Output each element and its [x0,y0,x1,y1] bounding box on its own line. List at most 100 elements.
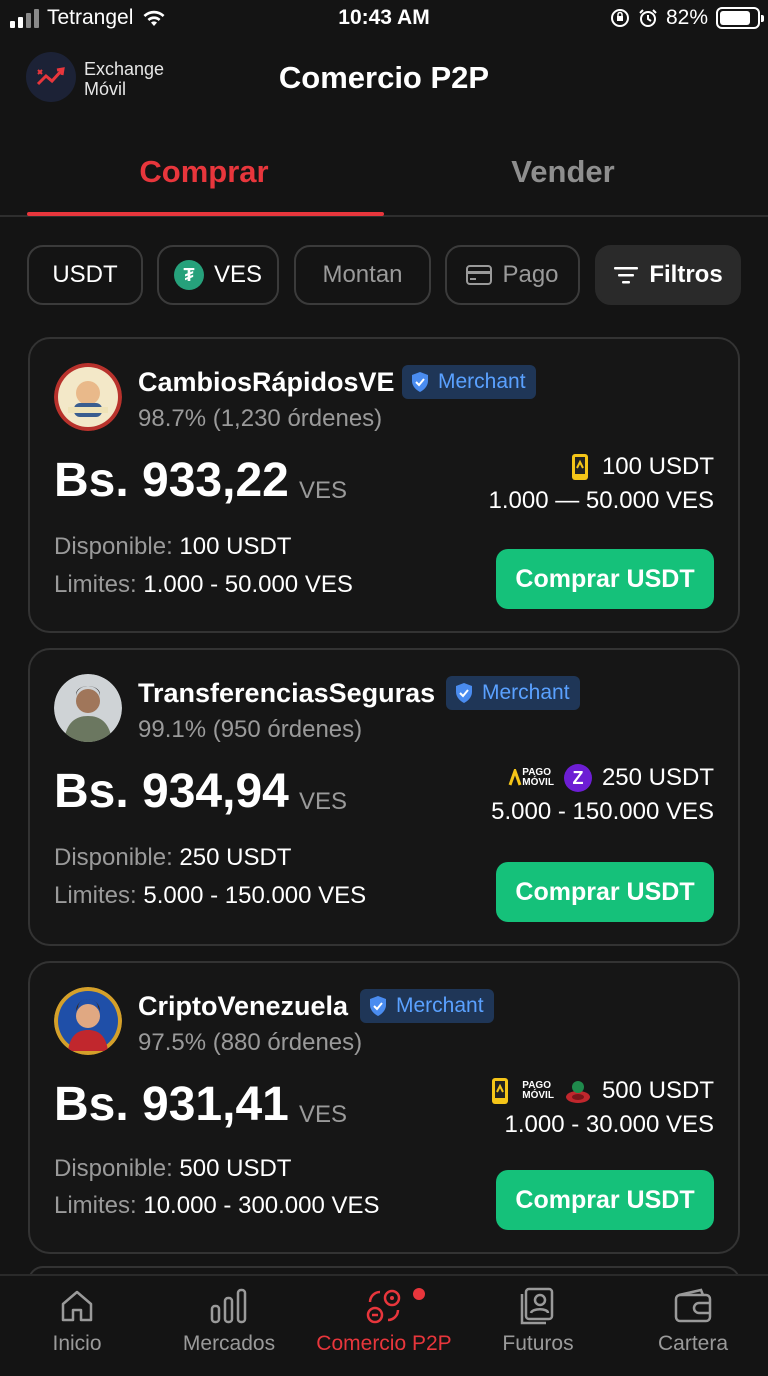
bar-chart-icon [210,1288,247,1324]
tether-icon: ₮ [173,260,204,290]
limits-label: Limites: [54,1192,137,1219]
payment-summary: 100 USDT [568,453,714,481]
filters-button[interactable]: Filtros [595,245,741,305]
nav-label: Comercio P2P [316,1332,452,1355]
payment-range: 1.000 — 50.000 VES [488,487,715,514]
offer-limits: Limites: 10.000 - 300.000 VES [54,1192,380,1220]
bottom-navigation: Inicio Mercados Comercio P2P Futuros Car… [0,1274,768,1376]
payment-amount: 250 USDT [601,764,714,791]
limits-label: Limites: [54,882,137,909]
app-header: Exchange Móvil Comercio P2P [0,40,768,120]
status-bar: Tetrangel 10:43 AM 82% [0,0,768,40]
asset-filter-chip[interactable]: USDT [27,245,143,305]
payment-filter-label: Pago [502,261,559,288]
rotation-lock-icon [610,9,629,27]
payment-summary: PAGO MÓVIL Z 250 USDT [508,764,714,792]
buy-usdt-button[interactable]: Comprar USDT [496,862,714,922]
available-value: 500 USDT [179,1155,292,1182]
pago-movil-text-2: MÓVIL [522,1090,554,1101]
nav-futuros[interactable]: Futuros [461,1286,615,1356]
buy-usdt-button[interactable]: Comprar USDT [496,549,714,609]
nav-label: Cartera [657,1332,729,1355]
card-icon [466,265,493,285]
amount-filter-chip[interactable]: Montan [294,245,431,305]
pago-movil-logo: PAGO MÓVIL [522,1081,554,1101]
seller-rating: 99.1% (950 órdenes) [138,716,363,743]
payment-amount: 500 USDT [601,1077,714,1104]
home-icon [61,1290,93,1322]
futures-icon [520,1287,554,1325]
available-label: Disponible: [54,844,173,871]
nav-comercio-p2p[interactable]: Comercio P2P [307,1286,461,1356]
seller-avatar[interactable] [54,987,122,1055]
merchant-badge-label: Merchant [482,681,570,704]
amount-filter-placeholder: Montan [322,261,403,288]
price-unit: VES [299,788,348,815]
available-amount: Disponible: 100 USDT [54,533,291,561]
nav-inicio[interactable]: Inicio [0,1286,154,1356]
p2p-exchange-icon [366,1289,401,1324]
nav-label: Mercados [182,1332,276,1355]
payment-range: 5.000 - 150.000 VES [491,798,714,825]
merchant-badge: Merchant [360,989,494,1023]
payment-amount: 100 USDT [601,453,714,480]
offer-price: Bs. 931,41 [54,1078,289,1131]
bank-icon [565,1081,590,1103]
seller-avatar[interactable] [54,363,122,431]
seller-rating: 97.5% (880 órdenes) [138,1029,363,1056]
notification-dot [413,1288,425,1300]
zelle-icon: Z [563,764,592,792]
buy-usdt-button[interactable]: Comprar USDT [496,1170,714,1230]
limits-value: 5.000 - 150.000 VES [143,882,367,909]
fiat-filter-chip[interactable]: ₮ VES [157,245,279,305]
payment-range: 1.000 - 30.000 VES [504,1111,714,1138]
alarm-icon [639,9,657,27]
available-value: 100 USDT [179,533,292,560]
price-unit: VES [299,477,348,504]
limits-value: 1.000 - 50.000 VES [143,571,353,598]
pago-movil-logo: PAGO MÓVIL [508,768,554,788]
battery-icon [716,7,764,29]
carrier-name: Tetrangel [47,6,134,29]
available-label: Disponible: [54,533,173,560]
trade-tabs: Comprar Vender [0,130,768,217]
verified-shield-icon [456,683,472,703]
verified-shield-icon [370,996,386,1016]
seller-name[interactable]: CriptoVenezuela [138,991,348,1022]
available-value: 250 USDT [179,844,292,871]
merchant-badge: Merchant [402,365,536,399]
page-title: Comercio P2P [278,60,490,95]
nav-cartera[interactable]: Cartera [616,1286,768,1356]
fiat-filter-label: VES [213,261,263,288]
tab-vender[interactable]: Vender [371,154,755,190]
available-amount: Disponible: 500 USDT [54,1155,291,1183]
merchant-badge: Merchant [446,676,580,710]
offer-price: Bs. 934,94 [54,765,289,818]
battery-percent: 82% [665,6,708,29]
nav-label: Inicio [52,1332,102,1355]
nav-mercados[interactable]: Mercados [152,1286,306,1356]
seller-name[interactable]: CambiosRápidosVE [138,367,395,398]
tab-comprar[interactable]: Comprar [12,154,396,190]
offer-limits: Limites: 1.000 - 50.000 VES [54,571,353,599]
seller-avatar[interactable] [54,674,122,742]
asset-filter-label: USDT [52,261,118,288]
offer-card: CriptoVenezuela Merchant 97.5% (880 órde… [28,961,740,1254]
offer-card: TransferenciasSeguras Merchant 99.1% (95… [28,648,740,946]
active-tab-indicator [27,212,384,216]
payment-summary: PAGO MÓVIL 500 USDT [488,1077,714,1105]
offer-limits: Limites: 5.000 - 150.000 VES [54,882,366,910]
price-unit: VES [299,1101,348,1128]
merchant-badge-label: Merchant [438,370,526,393]
seller-rating: 98.7% (1,230 órdenes) [138,405,383,432]
filter-icon [614,267,639,284]
limits-value: 10.000 - 300.000 VES [143,1192,380,1219]
wallet-icon [674,1288,712,1323]
available-amount: Disponible: 250 USDT [54,844,291,872]
available-label: Disponible: [54,1155,173,1182]
wifi-icon [143,10,165,26]
merchant-badge-label: Merchant [396,994,484,1017]
payment-filter-chip[interactable]: Pago [445,245,580,305]
verified-shield-icon [412,372,428,392]
seller-name[interactable]: TransferenciasSeguras [138,678,435,709]
